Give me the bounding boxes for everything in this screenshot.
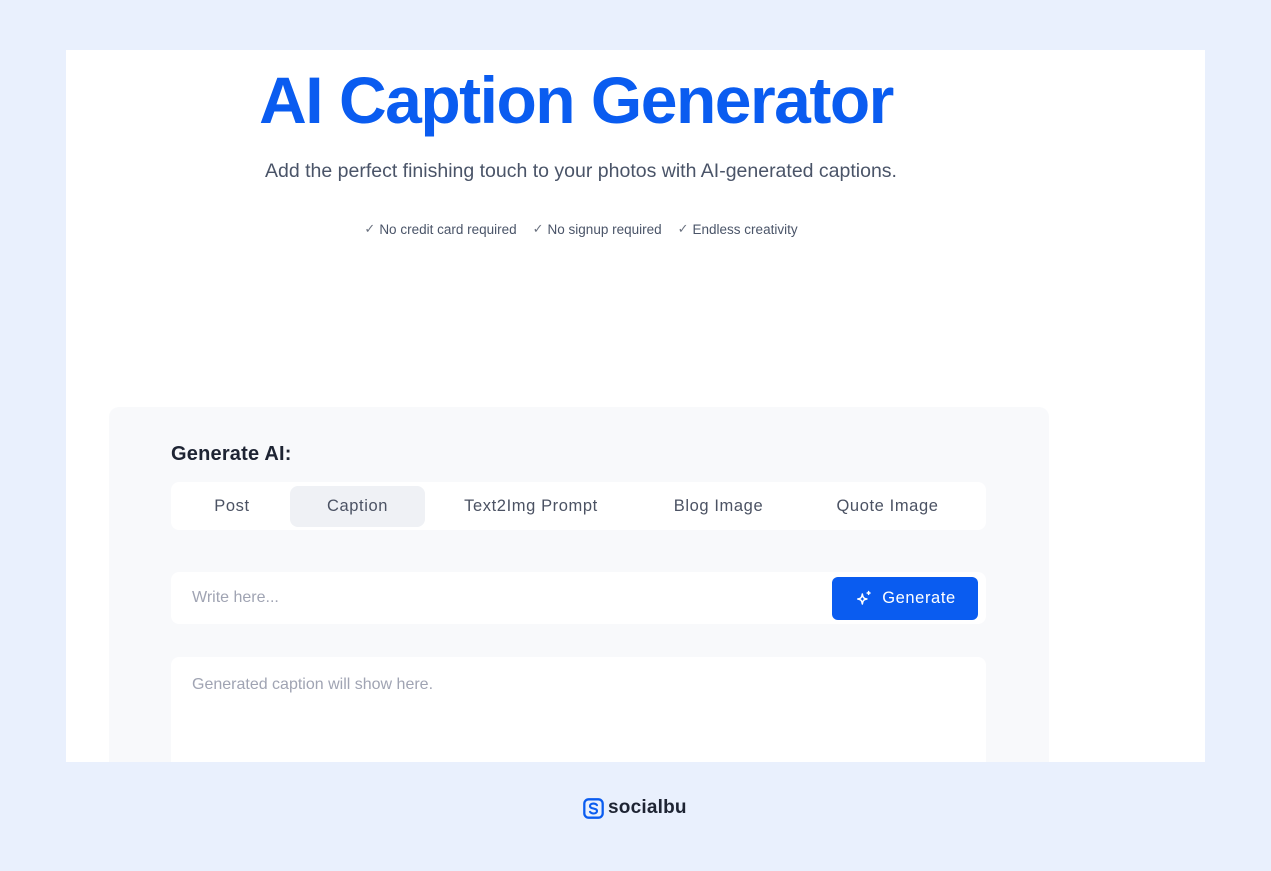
sparkle-icon [857,590,871,605]
tab-blog-image[interactable]: Blog Image [637,486,800,527]
socialbu-logo-icon [583,797,604,819]
check-icon: ✓ [677,221,689,236]
caption-output: Generated caption will show here. [171,657,986,762]
perk-item: ✓ No signup required [533,221,662,237]
perk-label: No credit card required [379,221,517,237]
page-subtitle: Add the perfect finishing touch to your … [265,160,897,182]
prompt-row: Generate [171,572,986,624]
check-icon: ✓ [532,221,544,236]
brand-logo[interactable]: socialbu [583,797,687,819]
page-content: AI Caption Generator Add the perfect fin… [66,50,1205,762]
perks-list: ✓ No credit card required ✓ No signup re… [66,221,1096,237]
generator-card: Generate AI: Post Caption Text2Img Promp… [109,407,1049,762]
generate-button-label: Generate [882,589,956,607]
tab-caption[interactable]: Caption [290,485,425,527]
perk-item: ✓ No credit card required [364,221,516,237]
perk-label: Endless creativity [692,221,798,237]
generator-heading: Generate AI: [171,443,292,465]
caption-output-placeholder: Generated caption will show here. [192,676,434,693]
prompt-input[interactable] [171,572,821,624]
tab-post[interactable]: Post [174,486,290,527]
tab-text2img-prompt[interactable]: Text2Img Prompt [425,486,637,527]
generator-tabs: Post Caption Text2Img Prompt Blog Image … [171,482,986,530]
perk-label: No signup required [547,221,662,237]
generate-button[interactable]: Generate [832,577,978,620]
perk-item: ✓ Endless creativity [678,221,798,237]
page-title: AI Caption Generator [259,63,894,137]
brand-name: socialbu [608,797,687,818]
check-icon: ✓ [364,221,376,236]
tab-quote-image[interactable]: Quote Image [800,486,975,527]
